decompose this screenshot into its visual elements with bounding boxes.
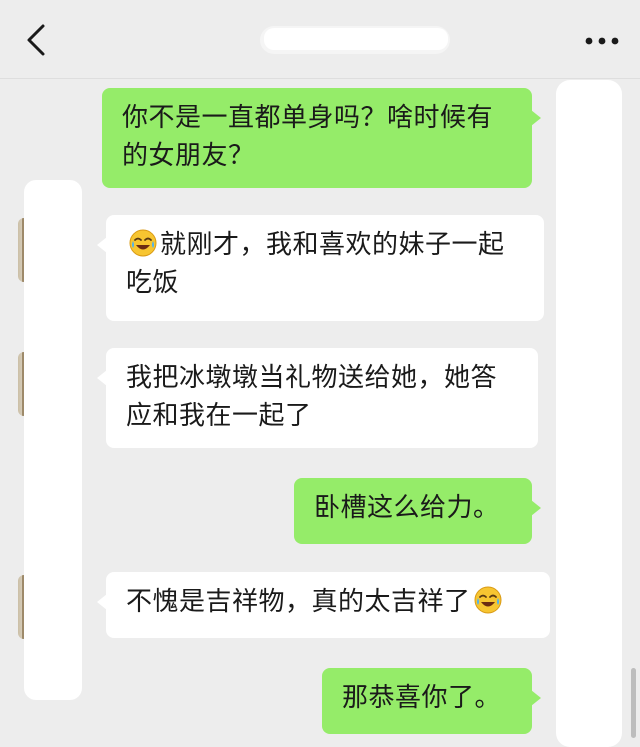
message-text: 我把冰墩墩当礼物送给她，她答应和我在一起了 <box>126 363 498 431</box>
redaction-mark <box>556 80 622 747</box>
more-dots-icon <box>585 37 619 45</box>
face-with-tears-of-joy-icon <box>129 229 157 257</box>
message-text: 卧槽这么给力。 <box>314 493 500 523</box>
header-divider <box>0 78 640 79</box>
message-bubble-sent[interactable]: 你不是一直都单身吗？啥时候有的女朋友？ <box>102 88 541 188</box>
redaction-mark <box>264 28 448 50</box>
message-bubble-received[interactable]: 就刚才，我和喜欢的妹子一起吃饭 <box>97 215 544 321</box>
chevron-left-icon <box>27 24 45 56</box>
message-bubble-sent[interactable]: 卧槽这么给力。 <box>294 478 541 544</box>
message-text: 就刚才，我和喜欢的妹子一起吃饭 <box>126 230 505 298</box>
message-bubble-sent[interactable]: 那恭喜你了。 <box>322 668 541 734</box>
message-bubble-received[interactable]: 我把冰墩墩当礼物送给她，她答应和我在一起了 <box>97 348 538 448</box>
message-bubble-received[interactable]: 不愧是吉祥物，真的太吉祥了 <box>97 572 550 638</box>
message-text: 那恭喜你了。 <box>342 683 502 713</box>
message-text: 你不是一直都单身吗？啥时候有的女朋友？ <box>122 103 494 171</box>
face-with-tears-of-joy-icon <box>474 586 502 614</box>
back-button[interactable] <box>14 18 58 62</box>
message-text: 不愧是吉祥物，真的太吉祥了 <box>126 587 471 617</box>
redaction-mark <box>24 180 82 700</box>
more-button[interactable] <box>580 24 624 58</box>
scrollbar[interactable] <box>631 668 636 738</box>
